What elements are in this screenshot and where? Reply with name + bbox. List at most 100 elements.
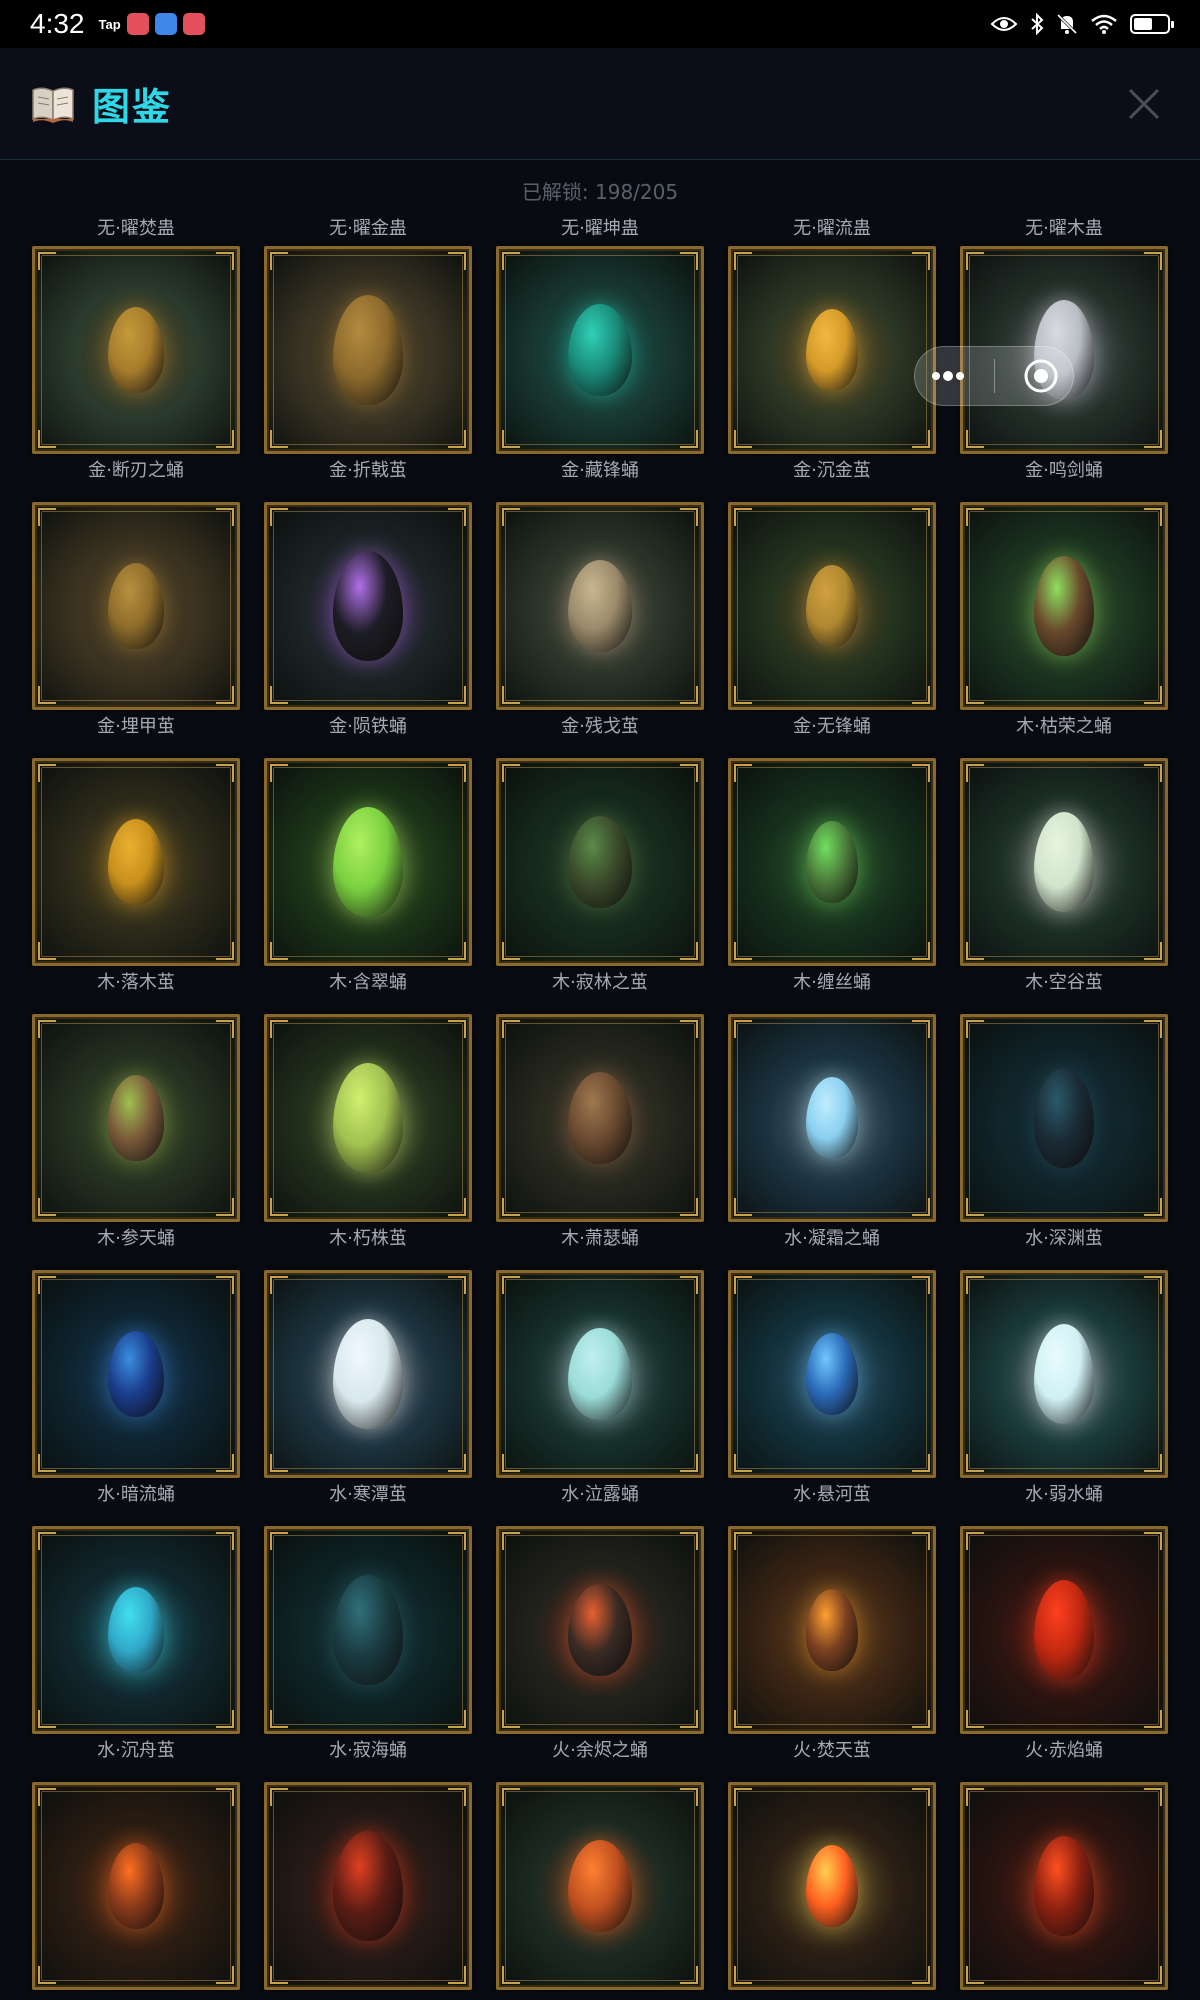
collection-card[interactable]: 金·沉金茧: [728, 246, 936, 486]
collection-card[interactable]: 木·枯荣之蛹: [960, 502, 1168, 742]
collection-card[interactable]: [32, 1782, 240, 2000]
card-label: 木·空谷茧: [1025, 972, 1103, 993]
collection-card[interactable]: 木·朽株茧: [264, 1014, 472, 1254]
frame-corner: [912, 1532, 930, 1550]
frame-corner: [216, 1788, 234, 1806]
unlock-progress: 已解锁: 198/205: [521, 180, 679, 204]
frame-corner: [734, 252, 752, 270]
collection-card[interactable]: 水·弱水蛹: [960, 1270, 1168, 1510]
cocoon-illustration: [568, 304, 632, 396]
collection-grid: 无·曜焚蛊 无·曜金蛊 无·曜坤蛊 无·曜流蛊 无·曜木蛊 金·断刃之蛹 金·折戟…: [32, 212, 1172, 2000]
frame-corner: [1144, 1276, 1162, 1294]
frame-corner: [680, 1198, 698, 1216]
card-image: [728, 1014, 936, 1222]
collection-card[interactable]: 水·泣露蛹: [496, 1270, 704, 1510]
frame-corner: [448, 1788, 466, 1806]
collection-card[interactable]: 木·参天蛹: [32, 1014, 240, 1254]
card-image: [264, 1526, 472, 1734]
collection-card[interactable]: [496, 1782, 704, 2000]
collection-card[interactable]: 金·陨铁蛹: [264, 502, 472, 742]
collection-card[interactable]: 金·断刃之蛹: [32, 246, 240, 486]
collection-card[interactable]: 木·含翠蛹: [264, 758, 472, 998]
card-image: [496, 502, 704, 710]
frame-corner: [502, 1966, 520, 1984]
collection-card[interactable]: 火·焚天茧: [728, 1526, 936, 1766]
card-label: 金·陨铁蛹: [329, 716, 407, 737]
frame-corner: [734, 430, 752, 448]
collection-card[interactable]: 水·暗流蛹: [32, 1270, 240, 1510]
frame-corner: [966, 1532, 984, 1550]
target-close-icon[interactable]: [1022, 357, 1060, 395]
partial-item-label: 无·曜焚蛊: [97, 218, 175, 239]
frame-corner: [1144, 1198, 1162, 1216]
card-image: [728, 1270, 936, 1478]
frame-corner: [680, 942, 698, 960]
battery-icon: [1130, 14, 1174, 34]
frame-corner: [966, 764, 984, 782]
collection-card[interactable]: 金·埋甲茧: [32, 502, 240, 742]
close-button[interactable]: [1116, 76, 1172, 132]
frame-corner: [966, 1454, 984, 1472]
frame-corner: [216, 942, 234, 960]
frame-corner: [966, 1198, 984, 1216]
frame-corner: [502, 1532, 520, 1550]
collection-card[interactable]: 火·赤焰蛹: [960, 1526, 1168, 1766]
collection-card[interactable]: 金·折戟茧: [264, 246, 472, 486]
frame-corner: [38, 1454, 56, 1472]
collection-card[interactable]: 水·沉舟茧: [32, 1526, 240, 1766]
frame-corner: [502, 1198, 520, 1216]
frame-corner: [912, 252, 930, 270]
frame-corner: [216, 1454, 234, 1472]
frame-corner: [1144, 764, 1162, 782]
collection-card[interactable]: 水·凝霜之蛹: [728, 1014, 936, 1254]
frame-corner: [502, 1454, 520, 1472]
card-label: 木·落木茧: [97, 972, 175, 993]
collection-card[interactable]: [264, 1782, 472, 2000]
collection-card[interactable]: 木·寂林之茧: [496, 758, 704, 998]
frame-corner: [734, 1532, 752, 1550]
card-image: [496, 1014, 704, 1222]
frame-corner: [680, 1966, 698, 1984]
collection-card[interactable]: 水·寒潭茧: [264, 1270, 472, 1510]
frame-corner: [912, 1198, 930, 1216]
frame-corner: [1144, 1454, 1162, 1472]
cocoon-illustration: [806, 565, 858, 647]
collection-card[interactable]: [728, 1782, 936, 2000]
frame-corner: [448, 1454, 466, 1472]
frame-corner: [734, 1710, 752, 1728]
card-image: [32, 758, 240, 966]
frame-corner: [38, 764, 56, 782]
collection-card[interactable]: 木·落木茧: [32, 758, 240, 998]
collection-card[interactable]: 木·萧瑟蛹: [496, 1014, 704, 1254]
collection-card[interactable]: 水·寂海蛹: [264, 1526, 472, 1766]
frame-corner: [966, 1788, 984, 1806]
cocoon-illustration: [108, 1331, 164, 1417]
collection-card[interactable]: 木·空谷茧: [960, 758, 1168, 998]
frame-corner: [966, 686, 984, 704]
frame-corner: [270, 942, 288, 960]
frame-corner: [734, 508, 752, 526]
card-image: [960, 502, 1168, 710]
more-dots-icon[interactable]: [928, 369, 968, 383]
card-image: [728, 1526, 936, 1734]
frame-corner: [502, 764, 520, 782]
collection-card[interactable]: [960, 1782, 1168, 2000]
collection-card[interactable]: 火·余烬之蛹: [496, 1526, 704, 1766]
frame-corner: [448, 1532, 466, 1550]
cocoon-illustration: [108, 307, 164, 393]
collection-card[interactable]: 木·缠丝蛹: [728, 758, 936, 998]
frame-corner: [38, 942, 56, 960]
cocoon-illustration: [568, 1584, 632, 1676]
frame-corner: [216, 430, 234, 448]
frame-corner: [734, 1454, 752, 1472]
frame-corner: [912, 942, 930, 960]
card-image: [496, 758, 704, 966]
collection-card[interactable]: 金·藏锋蛹: [496, 246, 704, 486]
collection-card[interactable]: 金·残戈茧: [496, 502, 704, 742]
collection-card[interactable]: 金·无锋蛹: [728, 502, 936, 742]
card-label: 水·寒潭茧: [329, 1484, 407, 1505]
frame-corner: [1144, 252, 1162, 270]
collection-card[interactable]: 水·深渊茧: [960, 1014, 1168, 1254]
collection-card[interactable]: 水·悬河茧: [728, 1270, 936, 1510]
frame-corner: [448, 252, 466, 270]
